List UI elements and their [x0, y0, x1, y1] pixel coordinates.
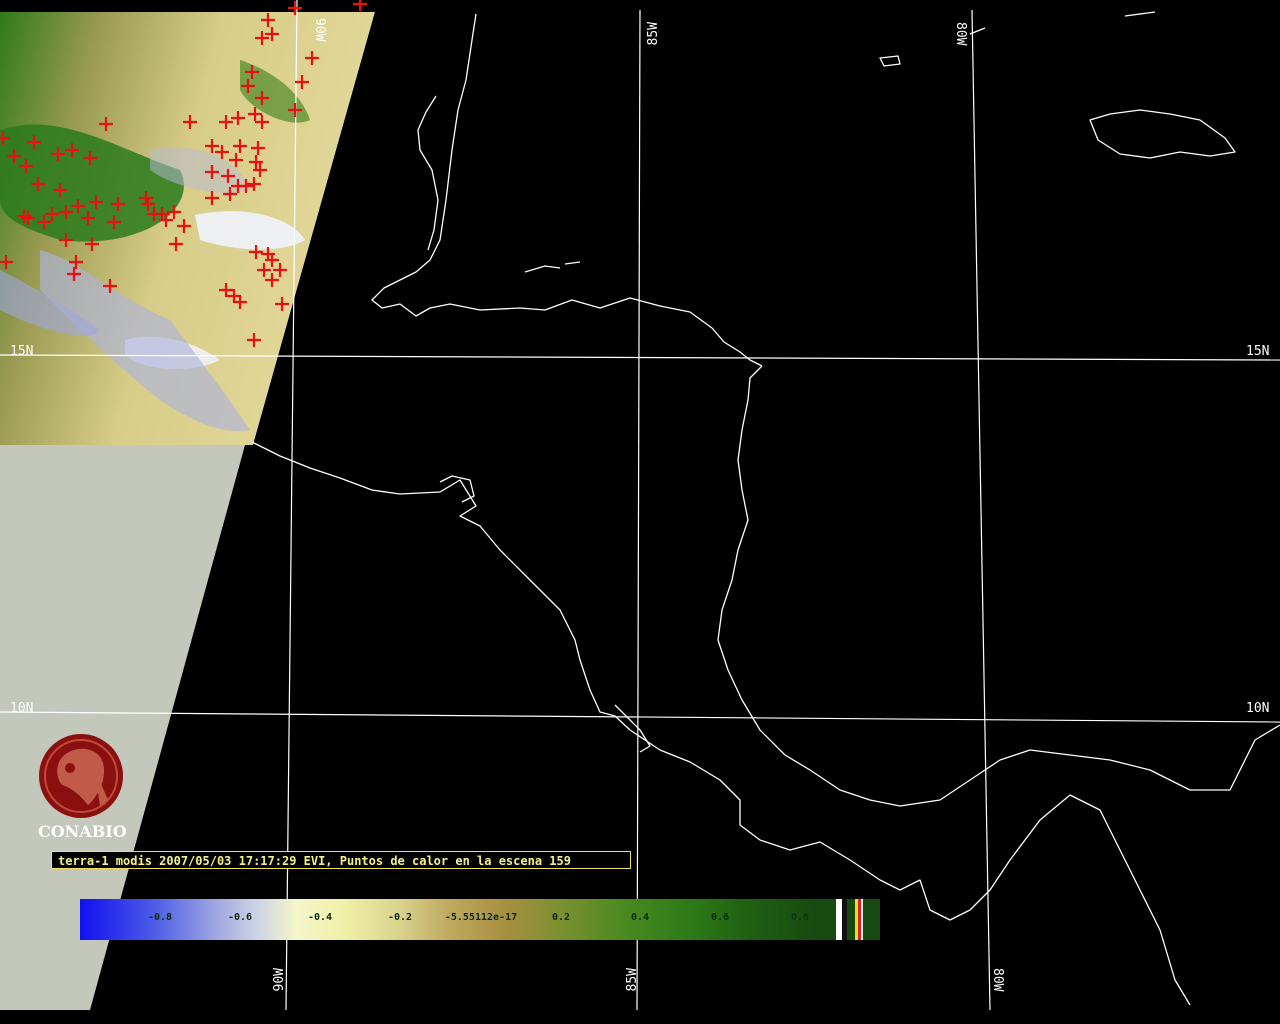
conabio-logo-text: CONABIO	[38, 822, 127, 841]
evi-colorbar: -0.8 -0.6 -0.4 -0.2 -5.55112e-17 0.2 0.4…	[80, 899, 880, 940]
colorbar-tick: -5.55112e-17	[444, 912, 518, 923]
lat-label-10n-left: 10N	[10, 701, 33, 716]
colorbar-tick: 0.8	[790, 912, 810, 923]
lon-label-80w-bottom: 80W	[990, 968, 1005, 992]
yucatan-belize-coast	[371, 13, 763, 367]
fire-marker	[353, 0, 367, 11]
colorbar-tick: -0.8	[147, 912, 173, 923]
evi-swath	[0, 12, 375, 445]
colorbar-tick: -0.6	[227, 912, 253, 923]
lat-label-15n-left: 15N	[10, 344, 33, 359]
colorbar-tick: 0.4	[630, 912, 650, 923]
map-canvas: 15N 15N 10N 10N 85W 80W 90W 90W 85W 80W	[0, 0, 1280, 1011]
lon-label-90w-top: 90W	[312, 18, 327, 42]
colorbar-tick: 0.2	[551, 912, 571, 923]
scene-caption: terra-1 modis 2007/05/03 17:17:29 EVI, P…	[51, 851, 631, 869]
belize-cays	[417, 95, 439, 251]
colorbar-tick: -0.4	[307, 912, 333, 923]
lon-label-85w-bottom: 85W	[625, 968, 640, 992]
lon-label-80w-top: 80W	[953, 22, 968, 46]
nicoya-peninsula	[614, 704, 651, 753]
lat-label-10n-right: 10N	[1246, 701, 1269, 716]
colorbar-stripe-black	[842, 899, 847, 940]
colorbar-stripe-white-2	[861, 899, 863, 940]
small-islands	[879, 11, 1156, 67]
lat-label-15n-right: 15N	[1246, 344, 1269, 359]
colorbar-tick: 0.6	[710, 912, 730, 923]
colorbar-tick: -0.2	[387, 912, 413, 923]
lon-label-85w-top: 85W	[646, 22, 661, 46]
jamaica	[1089, 109, 1236, 159]
caribbean-coast	[717, 365, 1280, 807]
bay-islands	[524, 261, 581, 273]
conabio-macaw-seal-icon	[39, 734, 123, 818]
lon-label-90w-bottom: 90W	[272, 968, 287, 992]
